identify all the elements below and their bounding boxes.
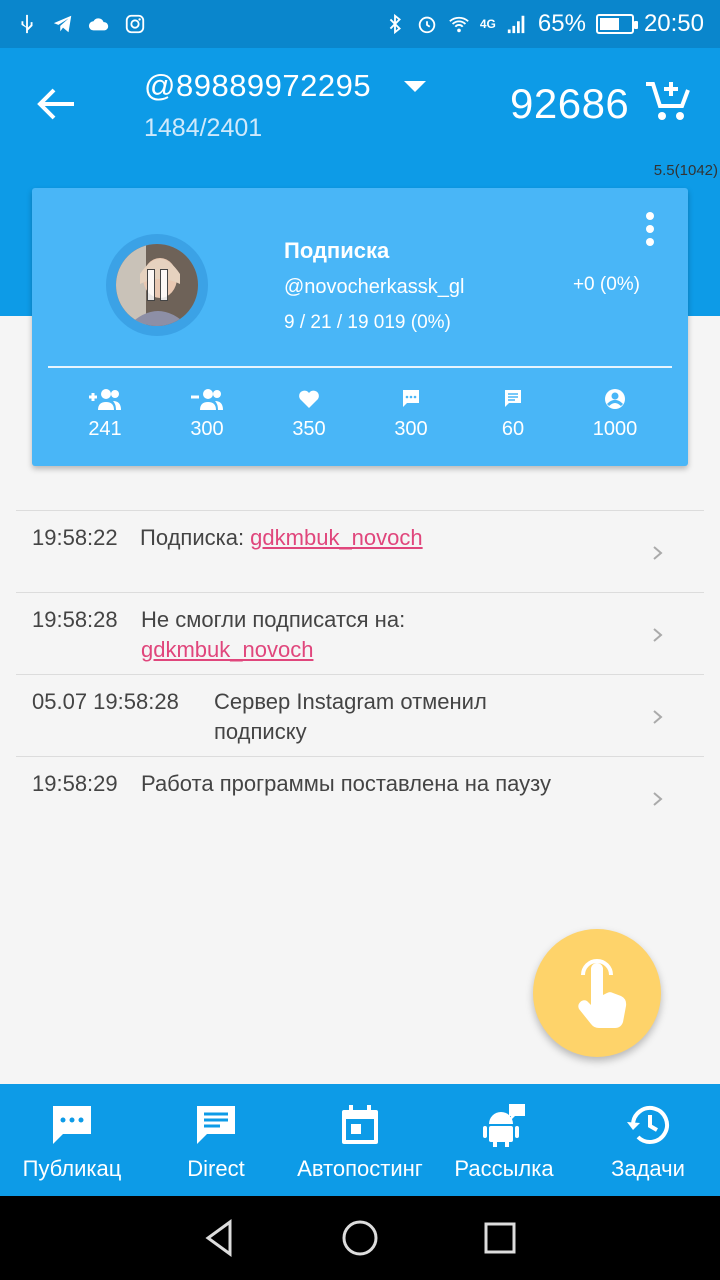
nav-label: Публикац	[22, 1156, 122, 1181]
counter-value: 60	[501, 418, 525, 440]
nav-label: Задачи	[611, 1156, 685, 1181]
battery-icon	[595, 14, 638, 34]
balance: 92686	[510, 80, 630, 127]
remove-person-icon	[191, 389, 223, 410]
pause-icon[interactable]	[141, 269, 173, 301]
status-left-icons	[16, 13, 146, 35]
signal-icon	[507, 15, 525, 34]
log-user-link[interactable]: gdkmbuk_novoch	[141, 635, 405, 665]
log-text: Работа программы поставлена на паузу	[141, 771, 551, 796]
comment-icon	[403, 390, 419, 407]
log-text: Подписка:	[140, 525, 251, 550]
card-divider	[48, 366, 672, 368]
counter-likes: 350	[260, 388, 358, 441]
log-text: Сервер Instagram отменил подписку	[214, 689, 487, 744]
log-message: Подписка: gdkmbuk_novoch	[140, 523, 423, 553]
nav-mailing[interactable]: Рассылка	[432, 1084, 576, 1196]
touch-hand-icon	[578, 959, 627, 1028]
system-navigation-bar	[0, 1196, 720, 1280]
android-icon	[483, 1104, 525, 1147]
log-text: Не смогли подписатся на:	[141, 607, 406, 632]
start-fab-button[interactable]	[533, 929, 661, 1057]
counter-messages: 60	[464, 388, 562, 441]
bottom-navigation: Публикац Direct Автопостинг Рассылка Зад…	[0, 1084, 720, 1196]
task-title: Подписка	[284, 238, 390, 263]
counter-comments: 300	[362, 388, 460, 441]
counter-profiles: 1000	[566, 388, 664, 441]
message-icon	[197, 1106, 235, 1144]
log-message: Не смогли подписатся на: gdkmbuk_novoch	[141, 605, 405, 665]
instagram-icon	[125, 14, 145, 34]
history-icon	[627, 1105, 669, 1144]
nav-publications[interactable]: Публикац	[0, 1084, 144, 1196]
back-triangle-icon[interactable]	[200, 1218, 240, 1258]
account-progress: 1484/2401	[144, 114, 263, 142]
clock: 20:50	[643, 10, 704, 37]
add-person-icon	[89, 389, 121, 410]
usb-icon	[21, 14, 33, 34]
counter-follow: 241	[56, 388, 154, 441]
log-time: 19:58:29	[32, 771, 118, 796]
back-arrow-icon[interactable]	[36, 86, 76, 122]
counter-value: 350	[292, 418, 326, 440]
log-user-link[interactable]: gdkmbuk_novoch	[250, 525, 422, 550]
chevron-right-icon	[653, 792, 663, 806]
dropdown-arrow-icon[interactable]	[404, 81, 426, 92]
target-username: @novocherkassk_gl	[284, 276, 465, 298]
chat-bubble-icon	[53, 1106, 91, 1144]
counter-value: 300	[190, 418, 224, 440]
status-bar: 4G 65% 20:50	[0, 0, 720, 48]
screen: 4G 65% 20:50 @89889972295 1484/2401 9268…	[0, 0, 720, 1280]
more-vert-icon[interactable]	[646, 212, 654, 246]
network-type: 4G	[479, 17, 496, 31]
bluetooth-icon	[389, 13, 401, 35]
log-time: 19:58:22	[32, 525, 118, 550]
chevron-right-icon	[653, 546, 663, 560]
activity-log: 19:58:22 Подписка: gdkmbuk_novoch 19:58:…	[16, 510, 704, 838]
nav-label: Direct	[187, 1156, 245, 1181]
counter-value: 241	[88, 418, 122, 440]
log-item[interactable]: 19:58:22 Подписка: gdkmbuk_novoch	[16, 510, 704, 592]
nav-label: Рассылка	[454, 1156, 554, 1181]
counter-unfollow: 300	[158, 388, 256, 441]
profile-icon	[605, 389, 625, 409]
add-to-cart-icon[interactable]	[644, 78, 692, 124]
log-time: 19:58:28	[32, 607, 118, 632]
log-item[interactable]: 19:58:29 Работа программы поставлена на …	[16, 756, 704, 838]
nav-autoposting[interactable]: Автопостинг	[288, 1084, 432, 1196]
chevron-right-icon	[653, 710, 663, 724]
log-time: 05.07 19:58:28	[32, 689, 179, 714]
log-item[interactable]: 05.07 19:58:28 Сервер Instagram отменил …	[16, 674, 704, 756]
message-icon	[505, 390, 521, 407]
chevron-right-icon	[653, 628, 663, 642]
app-bar: @89889972295 1484/2401 92686	[0, 48, 720, 160]
app-version: 5.5(1042)	[653, 162, 718, 179]
nav-tasks[interactable]: Задачи	[576, 1084, 720, 1196]
nav-label: Автопостинг	[297, 1156, 423, 1181]
counter-value: 300	[394, 418, 428, 440]
status-right: 4G 65% 20:50	[384, 10, 704, 38]
battery-percent: 65%	[537, 10, 586, 37]
calendar-icon	[342, 1105, 378, 1144]
battery-fill	[599, 18, 620, 30]
nav-direct[interactable]: Direct	[144, 1084, 288, 1196]
task-stats: 9 / 21 / 19 019 (0%)	[284, 312, 451, 333]
wifi-icon	[449, 16, 469, 33]
counter-value: 1000	[592, 418, 638, 440]
task-delta: +0 (0%)	[572, 274, 640, 295]
task-card[interactable]: Подписка @novocherkassk_gl 9 / 21 / 19 0…	[32, 188, 688, 466]
recents-square-icon[interactable]	[480, 1218, 520, 1258]
cloud-icon	[88, 18, 109, 31]
alarm-icon	[418, 16, 436, 34]
home-circle-icon[interactable]	[340, 1218, 380, 1258]
telegram-icon	[53, 15, 72, 33]
counter-row: 241 300 350 300 60 1000	[56, 388, 664, 441]
heart-icon	[299, 390, 319, 408]
account-selector[interactable]: @89889972295	[144, 68, 371, 104]
log-item[interactable]: 19:58:28 Не смогли подписатся на: gdkmbu…	[16, 592, 704, 674]
